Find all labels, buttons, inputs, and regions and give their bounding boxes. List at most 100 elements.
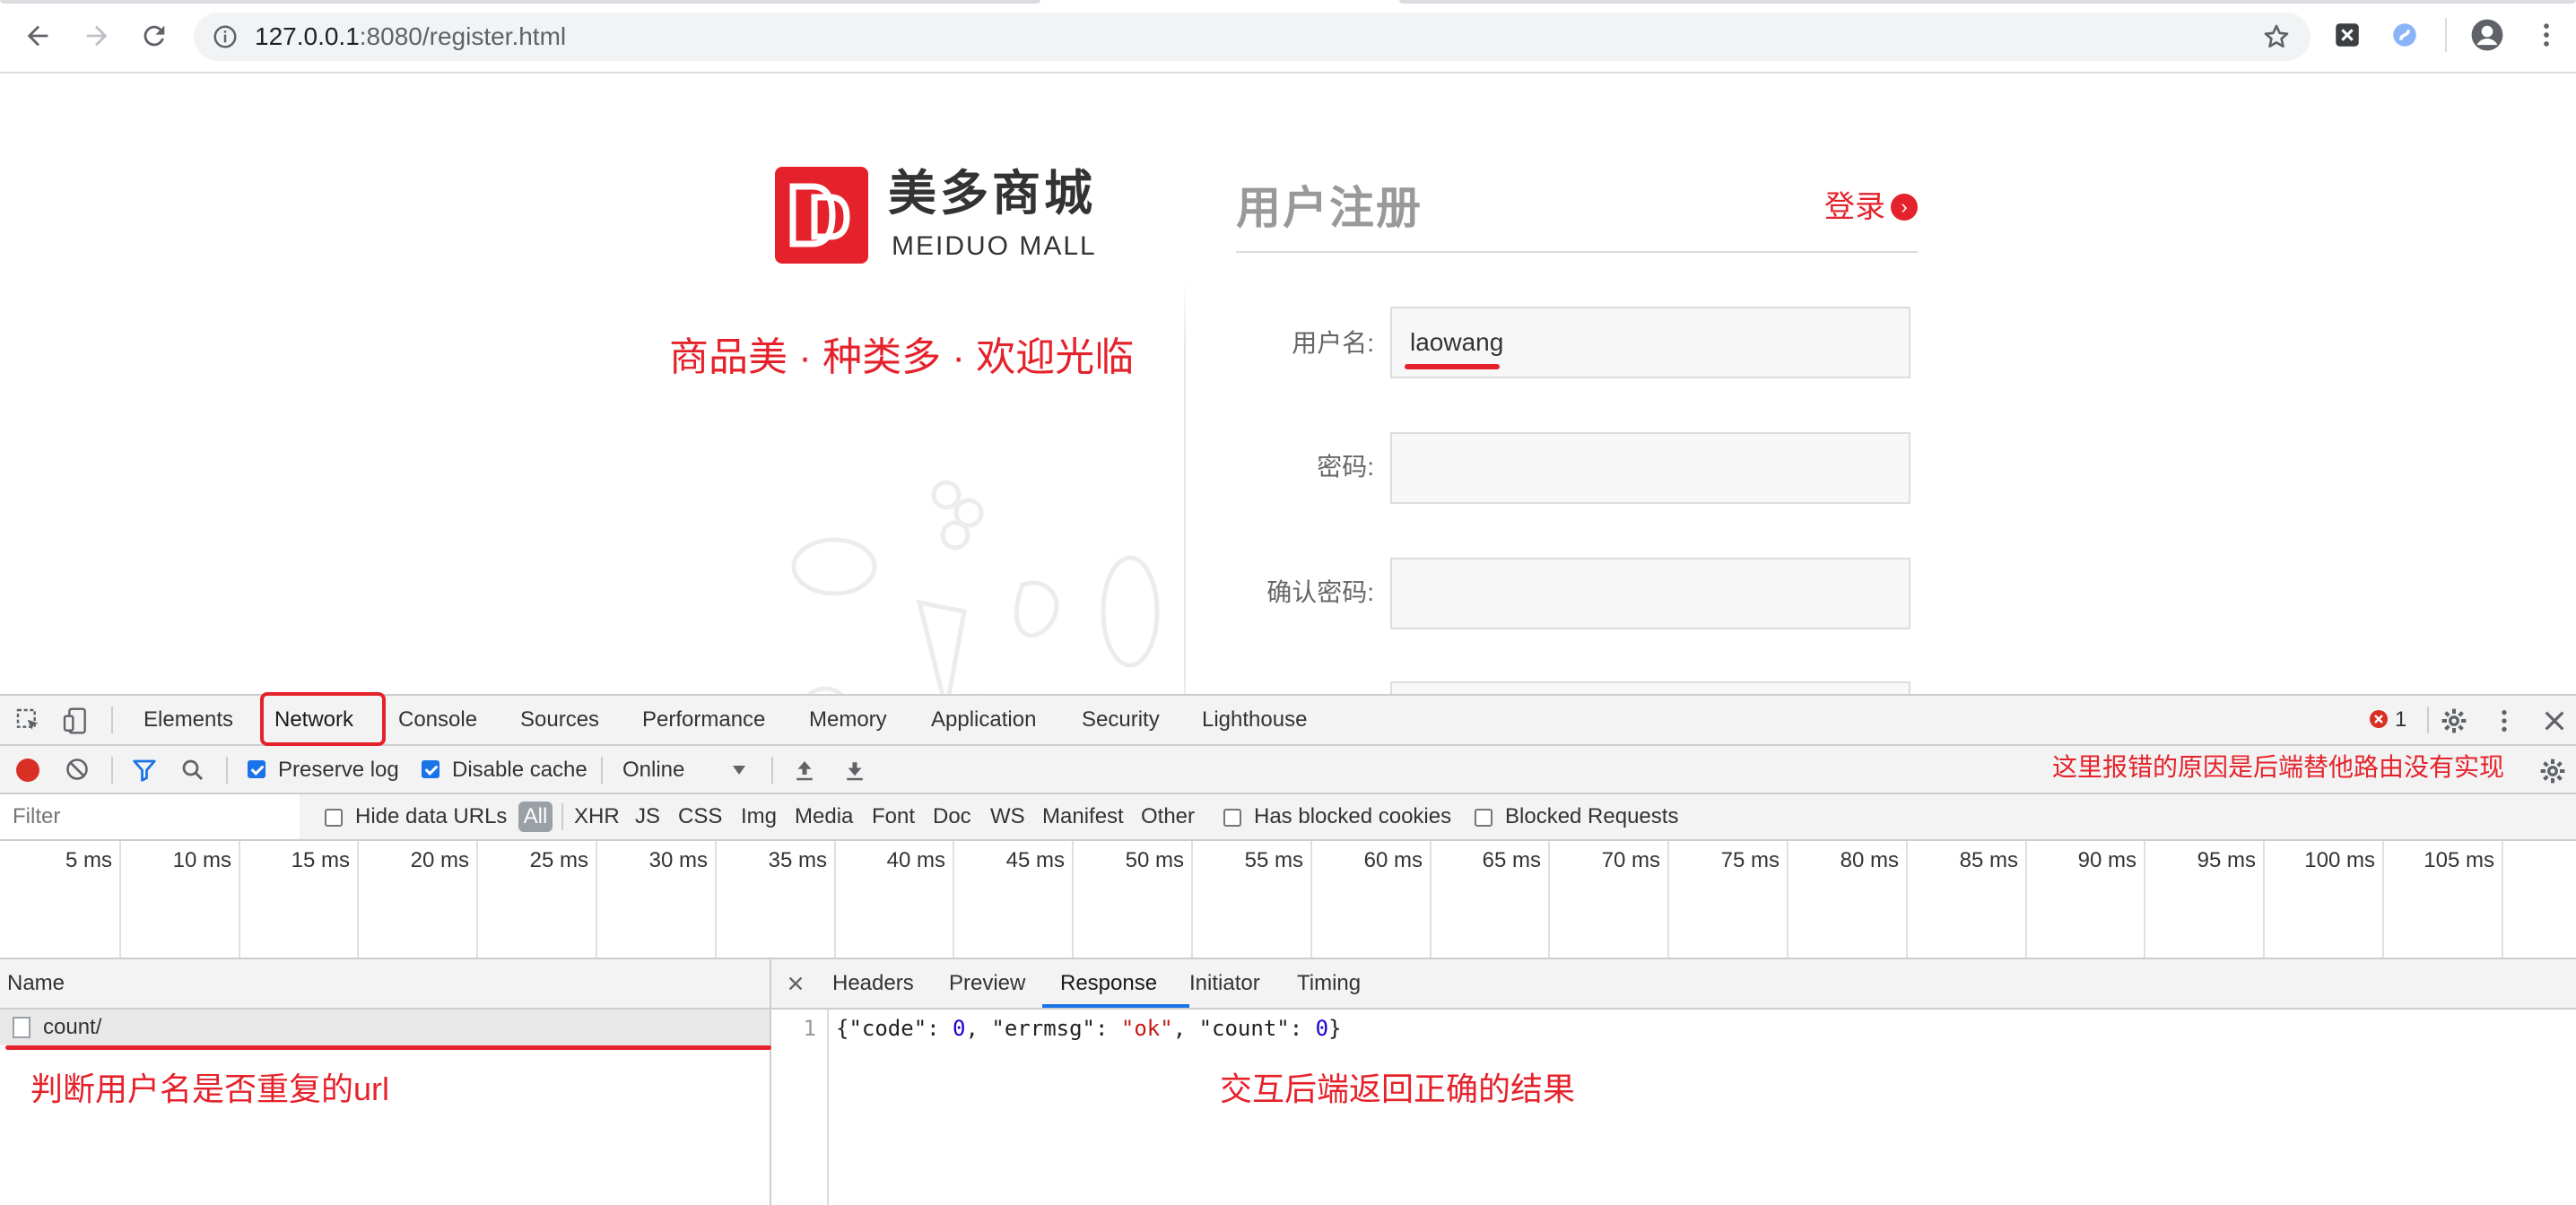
export-har-icon[interactable] xyxy=(841,757,868,784)
request-row[interactable]: count/ xyxy=(0,1010,770,1045)
url-path: :8080/register.html xyxy=(359,22,567,50)
annotation-underline xyxy=(5,1045,771,1050)
tab-sources[interactable]: Sources xyxy=(520,707,599,733)
clear-icon[interactable] xyxy=(65,757,90,782)
tab-application[interactable]: Application xyxy=(931,707,1036,733)
extension-swirl-icon[interactable] xyxy=(2389,20,2420,50)
tab-network[interactable]: Network xyxy=(274,707,353,733)
close-devtools-icon[interactable] xyxy=(2540,707,2569,735)
tab-strip-edge xyxy=(1399,0,2576,4)
food-illustration-icon xyxy=(791,480,1160,694)
json-token: , "errmsg": xyxy=(965,1016,1121,1041)
tab-security[interactable]: Security xyxy=(1082,707,1160,733)
filter-css[interactable]: CSS xyxy=(678,803,722,830)
filter-ws[interactable]: WS xyxy=(990,803,1025,830)
filter-separator xyxy=(561,803,563,830)
devtools-tabbar: Elements Network Console Sources Perform… xyxy=(0,692,2576,746)
record-button[interactable] xyxy=(16,759,39,782)
waterfall-overview[interactable]: 5 ms 10 ms 15 ms 20 ms 25 ms 30 ms 35 ms 40 ms 4… xyxy=(0,841,2576,959)
close-detail-icon[interactable] xyxy=(786,974,805,993)
blocked-requests-checkbox[interactable] xyxy=(1475,809,1493,827)
hide-data-urls-checkbox[interactable] xyxy=(325,809,343,827)
tab-console[interactable]: Console xyxy=(398,707,477,733)
has-blocked-cookies-checkbox[interactable] xyxy=(1223,809,1241,827)
tabbar-separator xyxy=(2427,707,2429,733)
kebab-menu-icon[interactable] xyxy=(2531,20,2562,50)
gutter-divider xyxy=(827,1010,829,1205)
login-link[interactable]: 登录 › xyxy=(1824,188,1918,226)
password-input[interactable] xyxy=(1390,432,1910,504)
tab-performance[interactable]: Performance xyxy=(642,707,765,733)
profile-avatar-icon[interactable] xyxy=(2470,18,2504,52)
extension-x-icon[interactable] xyxy=(2332,20,2363,50)
address-bar[interactable]: 127.0.0.1:8080/register.html xyxy=(194,13,2311,61)
filter-media[interactable]: Media xyxy=(795,803,853,830)
filter-js[interactable]: JS xyxy=(635,803,660,830)
settings-gear-icon[interactable] xyxy=(2440,707,2468,735)
disable-cache-checkbox[interactable] xyxy=(422,760,439,778)
json-token: } xyxy=(1328,1016,1342,1041)
throttling-select[interactable]: Online xyxy=(619,755,753,785)
next-input-partial[interactable] xyxy=(1390,681,1910,694)
chevron-right-icon: › xyxy=(1891,194,1918,221)
filter-input[interactable] xyxy=(0,794,300,839)
result-annotation: 交互后端返回正确的结果 xyxy=(1220,1071,1576,1107)
tab-elements[interactable]: Elements xyxy=(144,707,233,733)
info-icon[interactable] xyxy=(212,23,239,50)
hide-data-urls-label: Hide data URLs xyxy=(355,804,508,828)
reload-button[interactable] xyxy=(135,16,174,56)
error-count[interactable]: 1 xyxy=(2395,707,2406,733)
login-link-label: 登录 xyxy=(1824,190,1885,224)
response-body[interactable]: {"code": 0, "errmsg": "ok", "count": 0} xyxy=(836,1015,1342,1042)
tab-timing[interactable]: Timing xyxy=(1297,970,1361,997)
filter-img[interactable]: Img xyxy=(741,803,777,830)
register-title: 用户注册 xyxy=(1236,183,1423,233)
forward-button[interactable] xyxy=(77,16,117,56)
url-host: 127.0.0.1 xyxy=(255,22,360,50)
requests-panel: Name count/ 判断用户名是否重复的url xyxy=(0,959,771,1205)
confirm-password-input[interactable] xyxy=(1390,558,1910,629)
filter-doc[interactable]: Doc xyxy=(933,803,971,830)
filter-manifest[interactable]: Manifest xyxy=(1042,803,1124,830)
name-column-header[interactable]: Name xyxy=(7,970,65,997)
toolbar-separator xyxy=(771,757,773,784)
timeline-gridline xyxy=(0,841,2576,958)
json-number: 0 xyxy=(1315,1016,1329,1041)
tab-memory[interactable]: Memory xyxy=(809,707,887,733)
network-settings-gear-icon[interactable] xyxy=(2538,757,2567,785)
import-har-icon[interactable] xyxy=(791,757,818,784)
tab-preview[interactable]: Preview xyxy=(949,970,1025,997)
error-badge-icon[interactable] xyxy=(2368,708,2389,730)
filter-xhr[interactable]: XHR xyxy=(574,803,620,830)
devtools-menu-icon[interactable] xyxy=(2490,707,2519,735)
url-text[interactable]: 127.0.0.1:8080/register.html xyxy=(255,23,566,50)
json-token: {"code": xyxy=(836,1016,953,1041)
json-token: , "count": xyxy=(1172,1016,1316,1041)
back-button[interactable] xyxy=(18,16,57,56)
device-toolbar-icon[interactable] xyxy=(61,707,90,735)
throttling-value: Online xyxy=(622,758,685,782)
filter-funnel-icon[interactable] xyxy=(131,757,158,784)
filter-other[interactable]: Other xyxy=(1141,803,1195,830)
logo-chinese-text: 美多商城 xyxy=(888,167,1096,221)
tab-initiator[interactable]: Initiator xyxy=(1189,970,1260,997)
preserve-log-label: Preserve log xyxy=(278,758,399,782)
detail-tabbar: Headers Preview Response Initiator Timin… xyxy=(771,959,2576,1010)
preserve-log-checkbox[interactable] xyxy=(248,760,265,778)
logo-mark xyxy=(775,167,868,264)
search-icon[interactable] xyxy=(179,757,206,784)
toolbar-separator xyxy=(111,757,113,784)
tab-headers[interactable]: Headers xyxy=(832,970,914,997)
page-viewport: 美多商城 MEIDUO MALL 商品美 · 种类多 · 欢迎光临 用户注册 登… xyxy=(0,74,2576,694)
url-annotation: 判断用户名是否重复的url xyxy=(30,1071,390,1107)
filter-all-button[interactable]: All xyxy=(518,802,553,832)
username-label: 用户名: xyxy=(1292,329,1374,357)
bookmark-star-icon[interactable] xyxy=(2262,22,2291,51)
inspect-element-icon[interactable] xyxy=(14,707,43,735)
timeline-tick-label: 110 xyxy=(2504,848,2576,873)
filter-font[interactable]: Font xyxy=(872,803,915,830)
tab-response[interactable]: Response xyxy=(1060,970,1157,997)
tab-lighthouse[interactable]: Lighthouse xyxy=(1202,707,1307,733)
dropdown-arrow-icon xyxy=(733,766,745,775)
error-reason-annotation: 这里报错的原因是后端替他路由没有实现 xyxy=(2052,753,2505,781)
